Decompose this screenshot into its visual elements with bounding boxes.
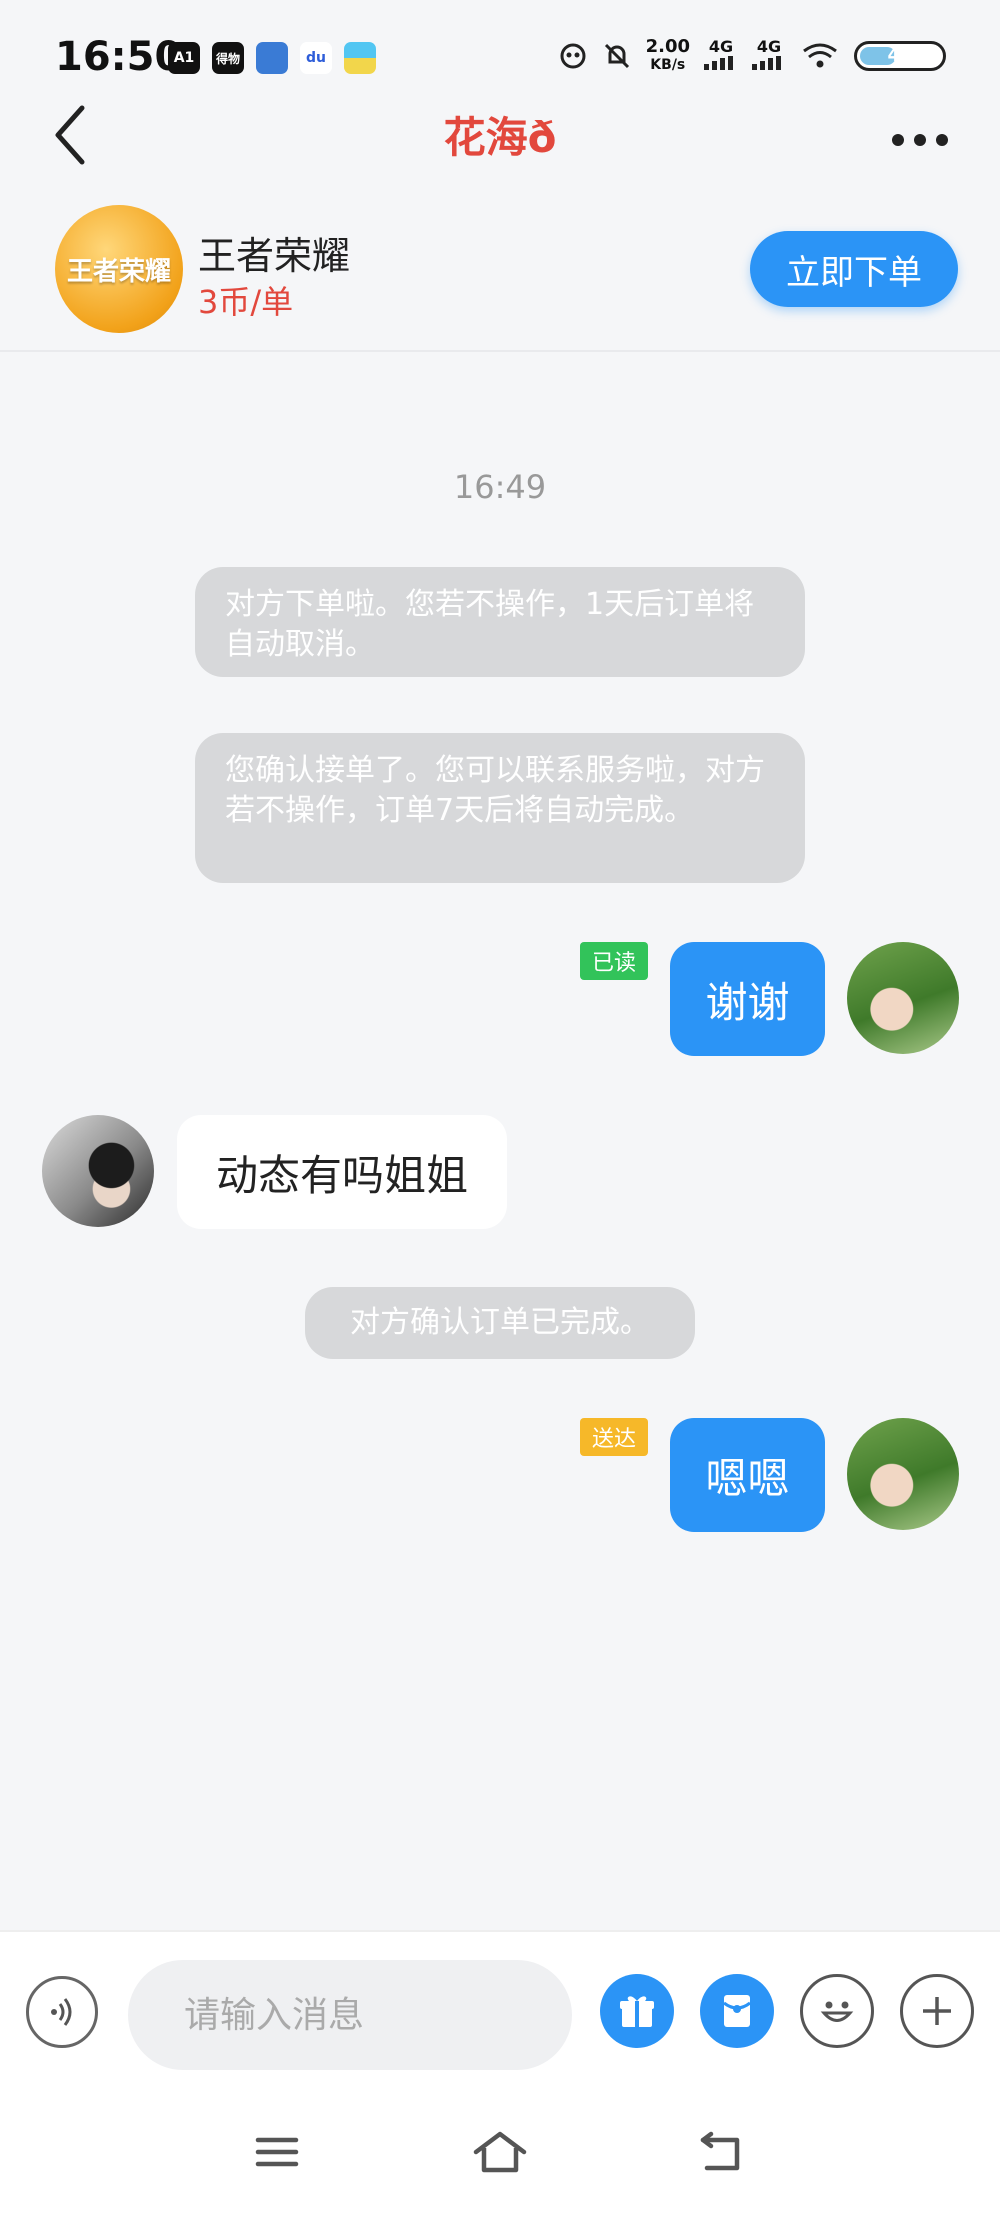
app-icon: 得物 [212,42,244,74]
product-header: 王者荣耀 王者荣耀 3币/单 立即下单 [0,195,1000,352]
more-dot-icon [892,134,904,146]
emoji-button[interactable] [800,1974,874,2048]
nav-back-button[interactable] [690,2120,754,2184]
mute-bell-icon [604,43,629,69]
return-icon [700,2131,740,2171]
read-status-badge: 已读 [580,942,649,980]
red-packet-icon [723,1995,751,2027]
app-icon [256,42,288,74]
wifi-icon [803,43,837,68]
delivered-status-badge: 送达 [580,1418,649,1456]
game-logo[interactable]: 王者荣耀 [55,205,183,333]
eye-care-icon [560,43,586,69]
game-name: 王者荣耀 [198,234,351,278]
smile-emoji-icon [820,2001,854,2022]
my-message-bubble[interactable]: 嗯嗯 [670,1418,825,1532]
plus-icon [923,1997,951,2025]
message-input[interactable] [128,1960,572,2070]
signal-bars-icon [752,56,781,70]
input-bar [0,1930,1000,2092]
status-indicators: 2.00 KB/s 4G 4G 47 [558,38,946,74]
system-message: 对方下单啦。您若不操作，1天后订单将自动取消。 [195,567,805,677]
more-dot-icon [936,134,948,146]
more-plus-button[interactable] [900,1974,974,2048]
menu-icon [255,2137,299,2167]
network-speed: 2.00 KB/s [645,36,690,74]
signal-4g-1: 4G [704,38,738,74]
voice-wave-icon [51,1998,72,2026]
gift-icon [620,1996,654,2027]
title-bar: 花海ð [0,90,1000,200]
status-time: 16:50 [55,34,183,80]
chat-title: 花海ð [443,113,557,162]
system-nav-bar [0,2090,1000,2215]
signal-bars-icon [704,56,733,70]
other-user-avatar[interactable] [42,1115,154,1227]
my-avatar[interactable] [847,1418,959,1530]
more-dot-icon [914,134,926,146]
chat-timestamp: 16:49 [453,468,547,506]
more-options-button[interactable] [880,110,960,170]
game-price: 3币/单 [198,283,294,321]
voice-button[interactable] [26,1976,98,2048]
home-icon [473,2131,527,2173]
place-order-button[interactable]: 立即下单 [750,231,958,307]
signal-4g-2: 4G [752,38,786,74]
app-icon: du [300,42,332,74]
system-message: 您确认接单了。您可以联系服务啦，对方若不操作，订单7天后将自动完成。 [195,733,805,883]
app-icon: A1 [168,42,200,74]
status-app-icons: A1 得物 du [168,42,376,74]
my-message-bubble[interactable]: 谢谢 [670,942,825,1056]
nav-home-button[interactable] [468,2120,532,2184]
red-packet-button[interactable] [700,1974,774,2048]
nav-menu-button[interactable] [245,2120,309,2184]
app-icon [344,42,376,74]
system-message: 对方确认订单已完成。 [305,1287,695,1359]
gift-button[interactable] [600,1974,674,2048]
other-message-bubble[interactable]: 动态有吗姐姐 [177,1115,507,1229]
my-avatar[interactable] [847,942,959,1054]
battery-indicator: 47 [854,41,946,71]
